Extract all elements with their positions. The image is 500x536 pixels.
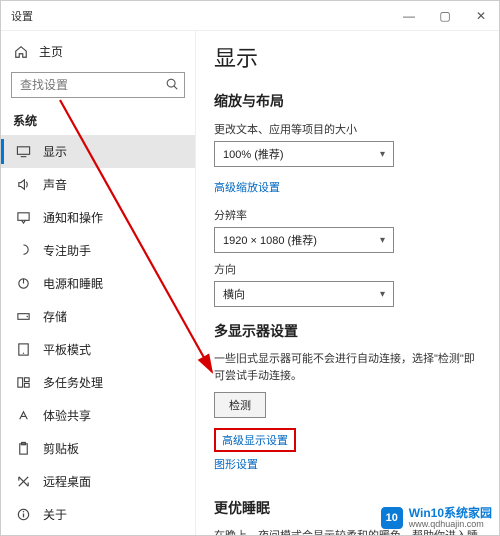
watermark-url: www.qdhuajin.com (409, 520, 492, 530)
text-size-value: 100% (推荐) (223, 146, 284, 162)
sidebar: 主页 系统 显示 声音 通知和操作 (1, 31, 196, 535)
detect-button[interactable]: 检测 (214, 392, 266, 418)
resolution-select[interactable]: 1920 × 1080 (推荐) ▾ (214, 227, 394, 253)
sidebar-item-notifications[interactable]: 通知和操作 (1, 201, 195, 234)
tablet-icon (15, 342, 31, 358)
content-pane: 显示 缩放与布局 更改文本、应用等项目的大小 100% (推荐) ▾ 高级缩放设… (196, 31, 499, 535)
sidebar-item-label: 远程桌面 (43, 473, 91, 490)
sidebar-item-label: 多任务处理 (43, 374, 103, 391)
orientation-select[interactable]: 横向 ▾ (214, 281, 394, 307)
sidebar-item-label: 体验共享 (43, 407, 91, 424)
home-label: 主页 (39, 43, 63, 60)
sidebar-item-focus[interactable]: 专注助手 (1, 234, 195, 267)
resolution-label: 分辨率 (214, 207, 481, 223)
multitask-icon (15, 375, 31, 391)
nav-list: 显示 声音 通知和操作 专注助手 电源和睡眠 (1, 135, 195, 531)
search-icon (165, 77, 179, 91)
remote-icon (15, 474, 31, 490)
power-icon (15, 276, 31, 292)
scale-group-title: 缩放与布局 (214, 91, 481, 111)
sound-icon (15, 177, 31, 193)
sidebar-item-label: 专注助手 (43, 242, 91, 259)
sidebar-item-label: 显示 (43, 143, 67, 160)
chevron-down-icon: ▾ (380, 235, 385, 246)
sidebar-item-label: 通知和操作 (43, 209, 103, 226)
chevron-down-icon: ▾ (380, 149, 385, 160)
minimize-button[interactable]: — (391, 2, 427, 30)
sidebar-item-about[interactable]: 关于 (1, 498, 195, 531)
sidebar-item-tablet[interactable]: 平板模式 (1, 333, 195, 366)
section-label: 系统 (1, 108, 195, 135)
shared-icon (15, 408, 31, 424)
close-button[interactable]: ✕ (463, 2, 499, 30)
display-icon (15, 144, 31, 160)
sidebar-item-remote[interactable]: 远程桌面 (1, 465, 195, 498)
search-input[interactable] (11, 72, 185, 98)
sidebar-item-clipboard[interactable]: 剪贴板 (1, 432, 195, 465)
sidebar-item-shared[interactable]: 体验共享 (1, 399, 195, 432)
sidebar-item-sound[interactable]: 声音 (1, 168, 195, 201)
app-title: 设置 (1, 8, 33, 24)
orientation-label: 方向 (214, 261, 481, 277)
multi-desc: 一些旧式显示器可能不会进行自动连接，选择"检测"即可尝试手动连接。 (214, 351, 481, 384)
focus-icon (15, 243, 31, 259)
sidebar-item-label: 关于 (43, 506, 67, 523)
window-controls: — ▢ ✕ (391, 2, 499, 30)
resolution-value: 1920 × 1080 (推荐) (223, 232, 317, 248)
search-row (11, 72, 185, 98)
page-title: 显示 (214, 41, 481, 73)
sidebar-item-multitask[interactable]: 多任务处理 (1, 366, 195, 399)
notifications-icon (15, 210, 31, 226)
sidebar-item-power[interactable]: 电源和睡眠 (1, 267, 195, 300)
multi-group-title: 多显示器设置 (214, 321, 481, 341)
watermark: 10 Win10系统家园 www.qdhuajin.com (381, 507, 492, 530)
home-button[interactable]: 主页 (1, 37, 195, 66)
annotation-highlight: 高级显示设置 (214, 428, 296, 452)
sidebar-item-label: 声音 (43, 176, 67, 193)
clipboard-icon (15, 441, 31, 457)
graphics-settings-link[interactable]: 图形设置 (214, 456, 258, 472)
about-icon (15, 507, 31, 523)
maximize-button[interactable]: ▢ (427, 2, 463, 30)
sidebar-item-label: 电源和睡眠 (43, 275, 103, 292)
titlebar: 设置 — ▢ ✕ (1, 1, 499, 31)
orientation-value: 横向 (223, 286, 245, 302)
text-size-select[interactable]: 100% (推荐) ▾ (214, 141, 394, 167)
sidebar-item-display[interactable]: 显示 (1, 135, 195, 168)
advanced-display-link[interactable]: 高级显示设置 (222, 432, 288, 448)
sidebar-item-label: 剪贴板 (43, 440, 79, 457)
sidebar-item-storage[interactable]: 存储 (1, 300, 195, 333)
advanced-scaling-link[interactable]: 高级缩放设置 (214, 179, 280, 195)
sidebar-item-label: 存储 (43, 308, 67, 325)
storage-icon (15, 309, 31, 325)
sidebar-item-label: 平板模式 (43, 341, 91, 358)
text-size-label: 更改文本、应用等项目的大小 (214, 121, 481, 137)
chevron-down-icon: ▾ (380, 289, 385, 300)
home-icon (13, 44, 29, 60)
watermark-logo: 10 (381, 507, 403, 529)
